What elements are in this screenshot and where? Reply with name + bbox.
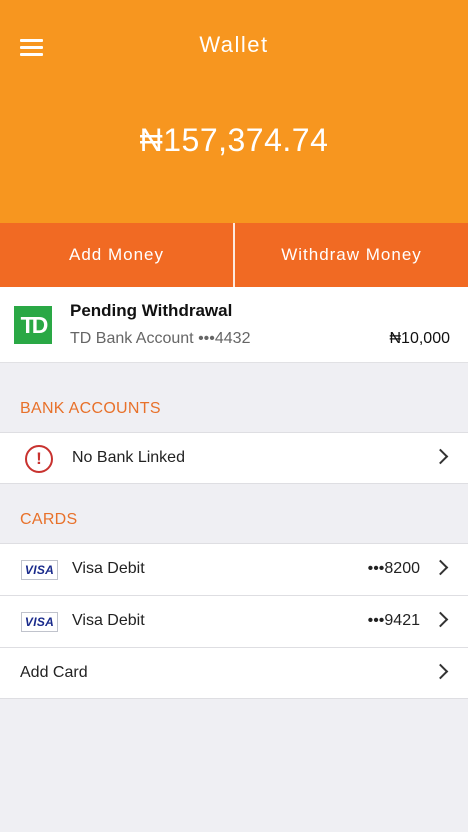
add-card-label: Add Card <box>20 664 88 681</box>
no-bank-linked-row[interactable]: ! No Bank Linked <box>0 432 468 484</box>
wallet-actions: Add Money Withdraw Money <box>0 223 468 287</box>
td-bank-logo-icon: TD <box>14 306 52 344</box>
visa-card-icon: VISA <box>21 612 58 632</box>
card-row[interactable]: VISA Visa Debit •••9421 <box>0 595 468 647</box>
pending-amount: ₦10,000 <box>389 330 451 347</box>
add-money-button[interactable]: Add Money <box>0 223 233 287</box>
cards-section-label: CARDS <box>20 511 78 528</box>
alert-circle-icon: ! <box>25 445 53 473</box>
chevron-right-icon <box>432 448 449 465</box>
visa-card-icon: VISA <box>21 560 58 580</box>
wallet-balance: ₦157,374.74 <box>139 122 329 158</box>
pending-account-label: TD Bank Account •••4432 <box>70 330 251 347</box>
bank-accounts-section-label: BANK ACCOUNTS <box>20 400 161 417</box>
chevron-right-icon <box>432 663 449 680</box>
withdraw-money-button[interactable]: Withdraw Money <box>235 223 468 287</box>
card-label: Visa Debit <box>72 560 145 577</box>
card-number: •••8200 <box>367 560 420 577</box>
actions-divider <box>233 223 235 287</box>
card-label: Visa Debit <box>72 612 145 629</box>
pending-withdrawal-title: Pending Withdrawal <box>70 301 233 320</box>
chevron-right-icon <box>432 611 449 628</box>
wallet-header: Wallet ₦157,374.74 <box>0 0 468 223</box>
pending-withdrawal-card[interactable]: TD Pending Withdrawal TD Bank Account ••… <box>0 287 468 363</box>
page-title: Wallet <box>199 32 269 57</box>
chevron-right-icon <box>432 559 449 576</box>
add-card-row[interactable]: Add Card <box>0 647 468 699</box>
card-number: •••9421 <box>367 612 420 629</box>
card-row[interactable]: VISA Visa Debit •••8200 <box>0 543 468 595</box>
no-bank-linked-label: No Bank Linked <box>72 449 185 466</box>
